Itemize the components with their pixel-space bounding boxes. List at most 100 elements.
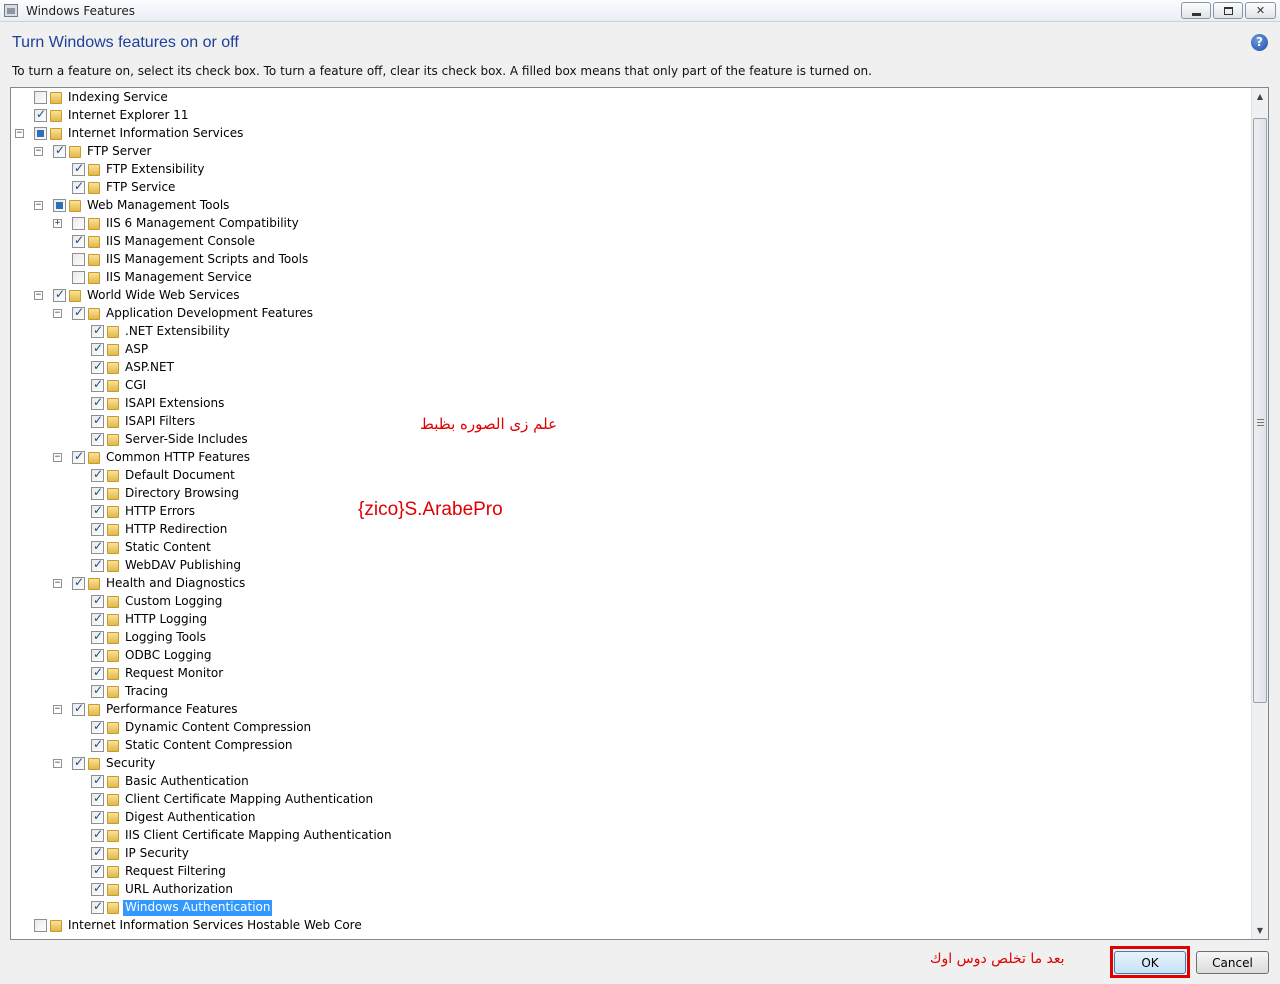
feature-checkbox[interactable] (72, 755, 85, 770)
feature-checkbox[interactable] (34, 919, 47, 932)
ok-button[interactable]: OK (1114, 951, 1186, 974)
scroll-thumb[interactable] (1253, 118, 1267, 703)
tree-item[interactable]: Custom Logging (11, 593, 1241, 611)
feature-checkbox[interactable] (91, 737, 104, 752)
feature-checkbox[interactable] (72, 701, 85, 716)
tree-item[interactable]: FTP Service (11, 179, 1241, 197)
tree-item[interactable]: IP Security (11, 845, 1241, 863)
tree-item[interactable]: Internet Explorer 11 (11, 107, 1241, 125)
feature-checkbox[interactable] (91, 485, 104, 500)
scroll-up-icon[interactable]: ▲ (1252, 88, 1268, 105)
feature-checkbox[interactable] (91, 683, 104, 698)
tree-item[interactable]: IIS Management Service (11, 269, 1241, 287)
feature-checkbox[interactable] (91, 395, 104, 410)
collapse-icon[interactable]: − (34, 201, 43, 210)
collapse-icon[interactable]: − (34, 291, 43, 300)
tree-item[interactable]: Client Certificate Mapping Authenticatio… (11, 791, 1241, 809)
tree-item[interactable]: ISAPI Extensions (11, 395, 1241, 413)
vertical-scrollbar[interactable]: ▲ ▼ (1251, 88, 1268, 939)
tree-item[interactable]: Windows Authentication (11, 899, 1241, 917)
feature-checkbox[interactable] (91, 539, 104, 554)
tree-item[interactable]: Server-Side Includes (11, 431, 1241, 449)
feature-checkbox[interactable] (91, 665, 104, 680)
feature-checkbox[interactable] (34, 91, 47, 104)
tree-item[interactable]: FTP Extensibility (11, 161, 1241, 179)
tree-item[interactable]: Logging Tools (11, 629, 1241, 647)
tree-item[interactable]: − Performance Features (11, 701, 1241, 719)
tree-item[interactable]: − Web Management Tools (11, 197, 1241, 215)
help-icon[interactable]: ? (1251, 34, 1268, 51)
tree-item[interactable]: Default Document (11, 467, 1241, 485)
tree-item[interactable]: Directory Browsing (11, 485, 1241, 503)
feature-checkbox[interactable] (91, 809, 104, 824)
feature-checkbox[interactable] (72, 575, 85, 590)
tree-item[interactable]: IIS Management Scripts and Tools (11, 251, 1241, 269)
tree-item[interactable]: − FTP Server (11, 143, 1241, 161)
feature-checkbox[interactable] (72, 305, 85, 320)
feature-checkbox[interactable] (91, 377, 104, 392)
tree-item[interactable]: ASP.NET (11, 359, 1241, 377)
feature-checkbox[interactable] (53, 143, 66, 158)
feature-checkbox[interactable] (72, 179, 85, 194)
feature-checkbox[interactable] (91, 863, 104, 878)
tree-item[interactable]: Internet Information Services Hostable W… (11, 917, 1241, 935)
tree-item[interactable]: HTTP Errors (11, 503, 1241, 521)
tree-item[interactable]: Request Filtering (11, 863, 1241, 881)
feature-checkbox[interactable] (91, 593, 104, 608)
feature-checkbox[interactable] (34, 107, 47, 122)
close-button[interactable]: ✕ (1245, 2, 1276, 19)
feature-checkbox[interactable] (91, 431, 104, 446)
maximize-button[interactable] (1213, 2, 1243, 19)
tree-item[interactable]: − Health and Diagnostics (11, 575, 1241, 593)
tree-item[interactable]: − Security (11, 755, 1241, 773)
feature-checkbox[interactable] (91, 521, 104, 536)
feature-checkbox[interactable] (91, 467, 104, 482)
scroll-down-icon[interactable]: ▼ (1252, 922, 1268, 939)
expand-icon[interactable]: + (53, 219, 62, 228)
feature-checkbox[interactable] (91, 557, 104, 572)
feature-checkbox[interactable] (72, 271, 85, 284)
collapse-icon[interactable]: − (15, 129, 24, 138)
feature-checkbox[interactable] (91, 323, 104, 338)
tree-item[interactable]: URL Authorization (11, 881, 1241, 899)
tree-item[interactable]: Dynamic Content Compression (11, 719, 1241, 737)
feature-checkbox[interactable] (91, 629, 104, 644)
tree-item[interactable]: ASP (11, 341, 1241, 359)
collapse-icon[interactable]: − (53, 759, 62, 768)
tree-item[interactable]: Request Monitor (11, 665, 1241, 683)
feature-checkbox[interactable] (91, 341, 104, 356)
feature-checkbox[interactable] (72, 233, 85, 248)
feature-checkbox[interactable] (91, 359, 104, 374)
tree-item[interactable]: .NET Extensibility (11, 323, 1241, 341)
feature-checkbox[interactable] (91, 413, 104, 428)
tree-item[interactable]: Basic Authentication (11, 773, 1241, 791)
feature-checkbox[interactable] (34, 127, 47, 140)
collapse-icon[interactable]: − (53, 309, 62, 318)
tree-item[interactable]: − Internet Information Services (11, 125, 1241, 143)
tree-item[interactable]: CGI (11, 377, 1241, 395)
feature-checkbox[interactable] (91, 503, 104, 518)
collapse-icon[interactable]: − (34, 147, 43, 156)
tree-item[interactable]: Static Content (11, 539, 1241, 557)
tree-item[interactable]: HTTP Logging (11, 611, 1241, 629)
feature-checkbox[interactable] (91, 773, 104, 788)
tree-item[interactable]: − World Wide Web Services (11, 287, 1241, 305)
tree-item[interactable]: + IIS 6 Management Compatibility (11, 215, 1241, 233)
collapse-icon[interactable]: − (53, 705, 62, 714)
tree-item[interactable]: − Application Development Features (11, 305, 1241, 323)
tree-item[interactable]: WebDAV Publishing (11, 557, 1241, 575)
collapse-icon[interactable]: − (53, 579, 62, 588)
feature-checkbox[interactable] (91, 827, 104, 842)
tree-item[interactable]: Digest Authentication (11, 809, 1241, 827)
feature-checkbox[interactable] (91, 647, 104, 662)
tree-item[interactable]: Tracing (11, 683, 1241, 701)
feature-checkbox[interactable] (72, 217, 85, 230)
tree-item[interactable]: IIS Management Console (11, 233, 1241, 251)
feature-checkbox[interactable] (91, 845, 104, 860)
feature-checkbox[interactable] (91, 719, 104, 734)
features-tree[interactable]: Indexing Service Internet Explorer 11 − Int… (10, 87, 1269, 940)
tree-item[interactable]: ISAPI Filters (11, 413, 1241, 431)
tree-item[interactable]: ODBC Logging (11, 647, 1241, 665)
feature-checkbox[interactable] (72, 253, 85, 266)
cancel-button[interactable]: Cancel (1196, 951, 1269, 974)
